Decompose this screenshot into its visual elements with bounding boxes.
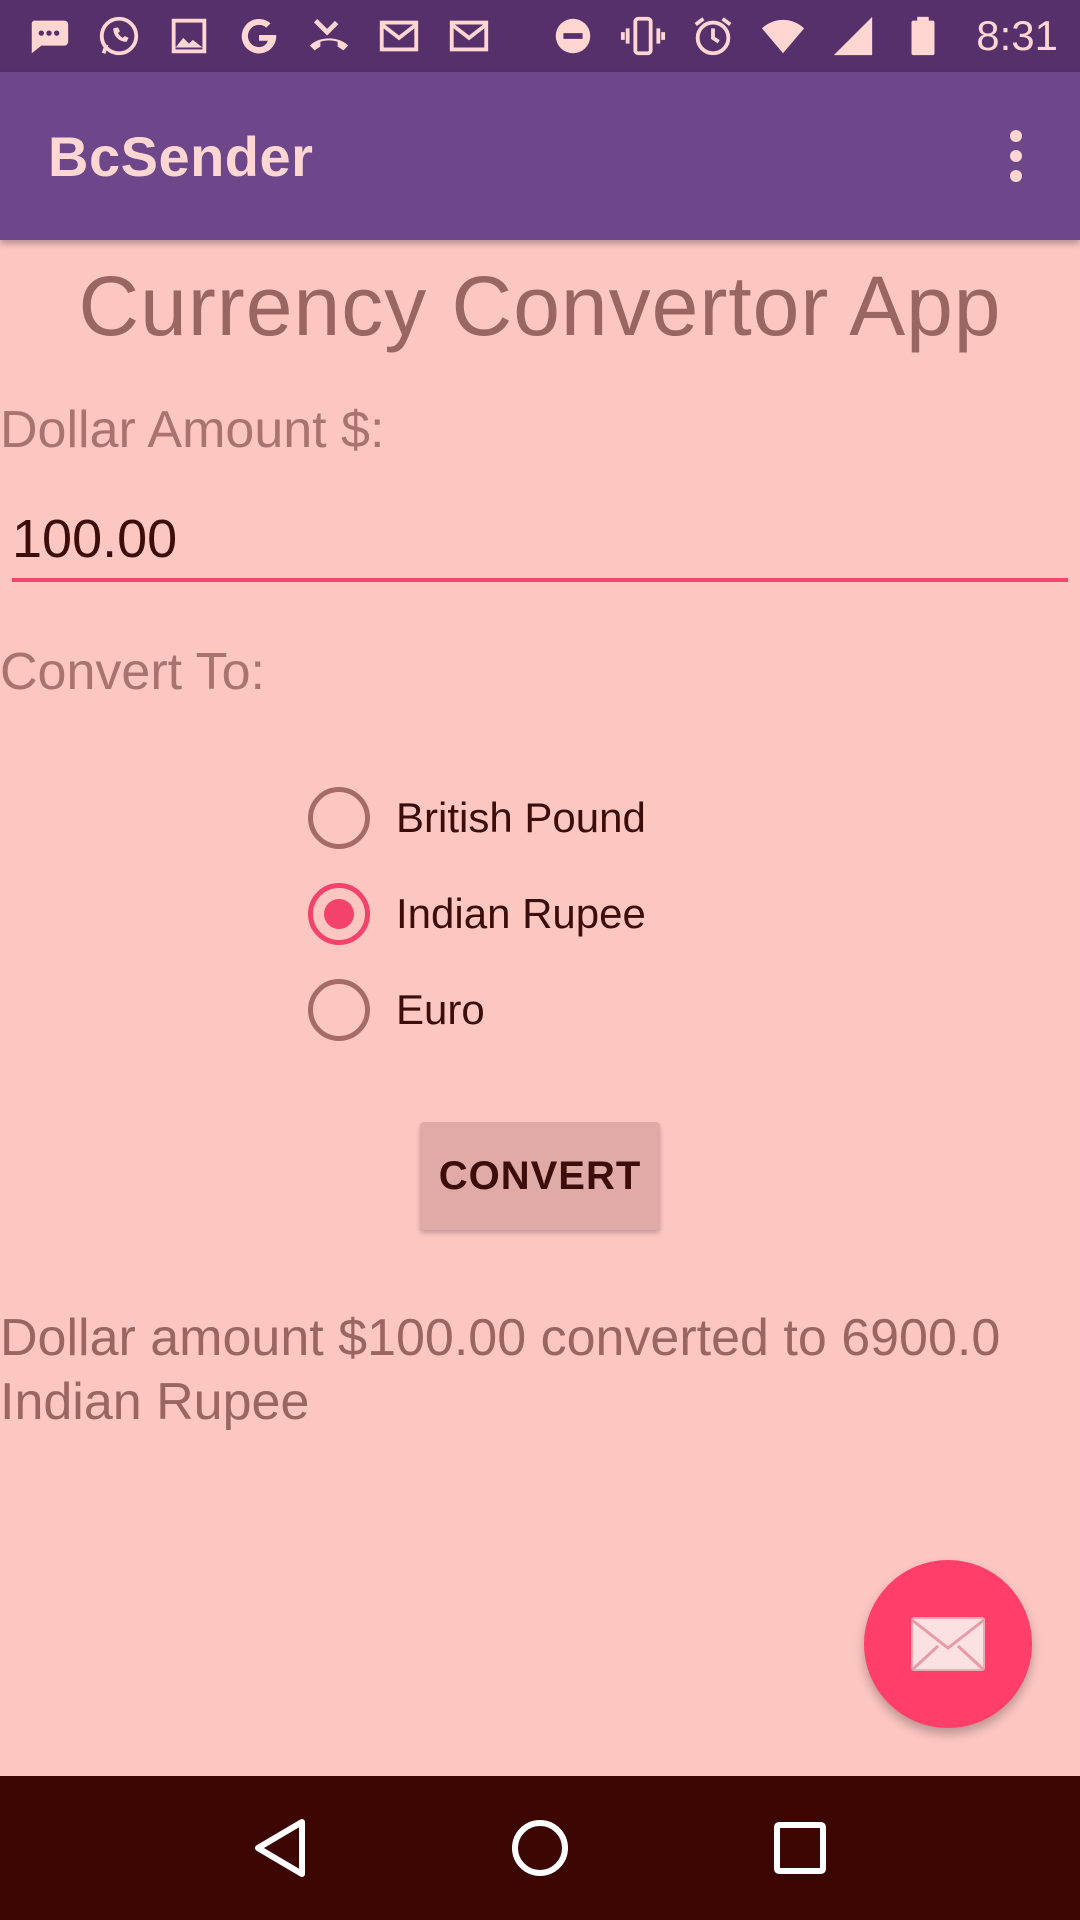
convert-button[interactable]: CONVERT <box>420 1122 660 1230</box>
radio-label: Euro <box>396 986 485 1033</box>
system-icons: 8:31 <box>548 12 1058 60</box>
currency-radio-group: British Pound Indian Rupee Euro <box>308 770 646 1058</box>
missed-call-icon <box>304 13 354 59</box>
google-icon <box>234 13 284 59</box>
radio-label: Indian Rupee <box>396 890 646 937</box>
dollar-amount-label: Dollar Amount $: <box>0 401 385 459</box>
back-icon <box>255 1819 305 1877</box>
more-vert-icon <box>1010 130 1022 182</box>
dollar-amount-input[interactable] <box>12 500 1068 582</box>
radio-button-unchecked[interactable] <box>308 787 370 849</box>
gallery-icon <box>164 13 214 59</box>
status-bar: 8:31 <box>0 0 1080 72</box>
send-mail-fab[interactable] <box>864 1560 1032 1728</box>
home-button[interactable] <box>490 1798 590 1898</box>
radio-euro[interactable]: Euro <box>308 962 646 1058</box>
mail-icon <box>910 1617 986 1672</box>
convert-to-label: Convert To: <box>0 643 265 701</box>
clock: 8:31 <box>976 12 1058 59</box>
recents-icon <box>774 1822 826 1874</box>
page-title: Currency Convertor App <box>78 259 1002 353</box>
signal-icon <box>828 13 878 59</box>
battery-icon <box>898 13 948 59</box>
navigation-bar <box>0 1776 1080 1920</box>
radio-indian-rupee[interactable]: Indian Rupee <box>308 866 646 962</box>
more-options-button[interactable] <box>980 108 1052 204</box>
back-button[interactable] <box>230 1798 330 1898</box>
wifi-icon <box>758 13 808 59</box>
app-title: BcSender <box>48 124 314 188</box>
alarm-icon <box>688 13 738 59</box>
gmail-icon <box>374 13 424 59</box>
notification-icons <box>24 13 494 59</box>
gmail-icon-2 <box>444 13 494 59</box>
vibrate-icon <box>618 13 668 59</box>
conversion-result: Dollar amount $100.00 converted to 6900.… <box>0 1309 1001 1431</box>
do-not-disturb-icon <box>548 13 598 59</box>
whatsapp-icon <box>94 13 144 59</box>
radio-label: British Pound <box>396 794 646 841</box>
radio-button-checked[interactable] <box>308 883 370 945</box>
radio-british-pound[interactable]: British Pound <box>308 770 646 866</box>
messages-icon <box>24 13 74 59</box>
recents-button[interactable] <box>750 1798 850 1898</box>
app-bar: BcSender <box>0 72 1080 240</box>
radio-button-unchecked[interactable] <box>308 979 370 1041</box>
home-icon <box>512 1820 568 1876</box>
